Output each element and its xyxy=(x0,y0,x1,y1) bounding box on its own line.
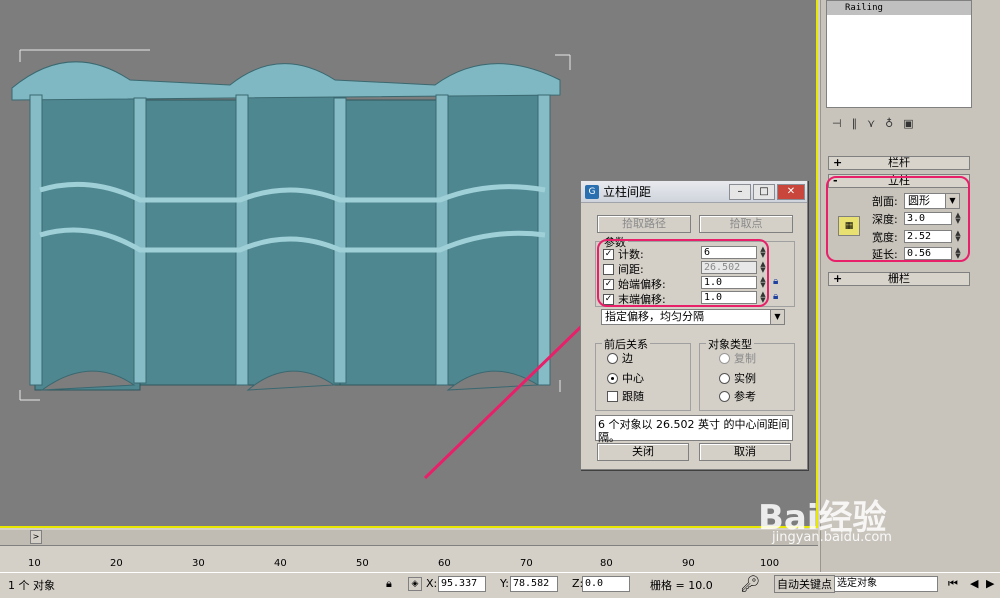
highlight-posts-params xyxy=(826,176,970,262)
instance-option[interactable]: 实例 xyxy=(719,371,756,385)
instance-radio[interactable] xyxy=(719,372,730,384)
tick-label: 10 xyxy=(28,558,41,569)
reference-option[interactable]: 参考 xyxy=(719,389,756,403)
modifier-stack[interactable]: Railing xyxy=(826,0,972,108)
go-to-start-icon[interactable]: ⏮ xyxy=(948,577,958,591)
tick-label: 50 xyxy=(356,558,369,569)
configure-sets-icon[interactable]: ▣ xyxy=(903,117,913,130)
minimize-button[interactable]: – xyxy=(729,183,751,200)
x-label: X: xyxy=(426,577,438,590)
lock-selection-icon[interactable]: 🔒︎ xyxy=(386,577,392,591)
selection-count: 1 个 对象 xyxy=(8,579,55,592)
absolute-mode-icon[interactable]: ◈ xyxy=(408,577,422,591)
key-icon[interactable]: 🔑︎ xyxy=(740,574,760,593)
modifier-toolbar: ⊣ ∥ ⋎ ♁ ▣ xyxy=(826,112,972,134)
remove-modifier-icon[interactable]: ♁ xyxy=(885,117,893,130)
z-coordinate[interactable]: 0.0 xyxy=(582,576,630,592)
edges-option[interactable]: 边 xyxy=(607,351,633,365)
info-text: 6 个对象以 26.502 英寸 的中心间距间隔。 xyxy=(595,415,793,444)
rollout-fencing[interactable]: + 栅栏 xyxy=(828,272,970,286)
reference-radio[interactable] xyxy=(719,390,730,402)
centers-option[interactable]: 中心 xyxy=(607,371,644,385)
reference-label: 参考 xyxy=(734,390,756,403)
copy-label: 复制 xyxy=(734,352,756,365)
grid-size: 栅格 = 10.0 xyxy=(650,579,713,592)
copy-radio[interactable] xyxy=(719,352,730,364)
app-icon: G xyxy=(585,184,599,199)
close-window-button[interactable]: ✕ xyxy=(777,183,805,200)
tick-label: 40 xyxy=(274,558,287,569)
follow-option[interactable]: 跟随 xyxy=(607,389,644,403)
key-filter-dropdown[interactable]: 选定对象 xyxy=(834,576,938,592)
distribution-dropdown[interactable]: 指定偏移，均匀分隔 ▼ xyxy=(601,309,785,325)
make-unique-icon[interactable]: ⋎ xyxy=(867,117,875,130)
tick-label: 90 xyxy=(682,558,695,569)
follow-checkbox[interactable] xyxy=(607,390,618,402)
tick-label: 30 xyxy=(192,558,205,569)
rollout-railing[interactable]: + 栏杆 xyxy=(828,156,970,170)
edges-label: 边 xyxy=(622,352,633,365)
close-button[interactable]: 关闭 xyxy=(597,443,689,461)
watermark-url: jingyan.baidu.com xyxy=(772,530,892,545)
tick-label: 70 xyxy=(520,558,533,569)
dialog-titlebar[interactable]: G 立柱间距 – □ ✕ xyxy=(581,181,807,203)
instance-label: 实例 xyxy=(734,372,756,385)
tick-label: 100 xyxy=(760,558,780,569)
pick-points-button[interactable]: 拾取点 xyxy=(699,215,793,233)
dialog-title: 立柱间距 xyxy=(603,185,652,199)
prev-frame-icon[interactable]: ◀ xyxy=(970,577,978,590)
tick-label: 60 xyxy=(438,558,451,569)
maximize-button[interactable]: □ xyxy=(753,183,775,200)
autokey-button[interactable]: 自动关键点 xyxy=(774,575,835,593)
pin-stack-icon[interactable]: ⊣ xyxy=(832,117,842,130)
modifier-item-railing[interactable]: Railing xyxy=(827,1,971,15)
tick-label: 20 xyxy=(110,558,123,569)
start-lock-icon[interactable]: 🔒︎ xyxy=(773,276,783,288)
time-slider-handle[interactable]: > xyxy=(30,530,42,544)
chevron-down-icon: ▼ xyxy=(770,310,784,324)
timeline-ruler[interactable]: 10 20 30 40 50 60 70 80 90 100 xyxy=(0,546,818,572)
tick-label: 80 xyxy=(600,558,613,569)
highlight-params xyxy=(597,239,769,307)
x-coordinate[interactable]: 95.337 xyxy=(438,576,486,592)
follow-label: 跟随 xyxy=(622,390,644,403)
end-lock-icon[interactable]: 🔒︎ xyxy=(773,291,783,303)
centers-radio[interactable] xyxy=(607,372,618,384)
time-slider[interactable]: > xyxy=(0,530,818,546)
y-coordinate[interactable]: 78.582 xyxy=(510,576,558,592)
y-label: Y: xyxy=(500,577,509,590)
post-spacing-dialog: G 立柱间距 – □ ✕ 拾取路径 拾取点 参数 ✓ 计数: 6 ▲ ▼ 间距: … xyxy=(580,180,808,470)
centers-label: 中心 xyxy=(622,372,644,385)
pick-path-button[interactable]: 拾取路径 xyxy=(597,215,691,233)
show-end-result-icon[interactable]: ∥ xyxy=(852,117,858,130)
play-icon[interactable]: ▶ xyxy=(986,577,994,590)
status-bar: 1 个 对象 🔒︎ ◈ X: 95.337 Y: 78.582 Z: 0.0 栅… xyxy=(0,572,1000,598)
copy-option[interactable]: 复制 xyxy=(719,351,756,365)
cancel-button[interactable]: 取消 xyxy=(699,443,791,461)
edges-radio[interactable] xyxy=(607,352,618,364)
